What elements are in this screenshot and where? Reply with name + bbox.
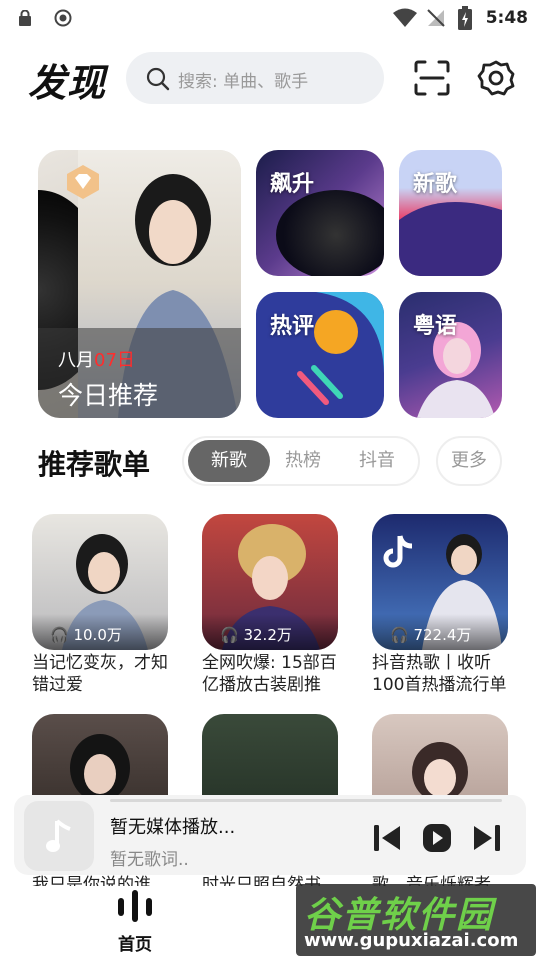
page-title: 发现 xyxy=(28,61,107,105)
turntable-image xyxy=(276,190,384,276)
tab-douyin[interactable]: 抖音 xyxy=(340,438,414,484)
diamond-badge-icon xyxy=(66,164,100,200)
player-song-title: 暂无媒体播放... xyxy=(110,817,236,838)
headphones-icon: 🎧 xyxy=(220,626,239,644)
more-button[interactable]: 更多 xyxy=(436,436,502,486)
nav-home[interactable]: 首页 xyxy=(110,886,160,956)
home-bars-icon xyxy=(116,890,154,922)
playlist-title[interactable]: 当记忆变灰，才知错过爱 xyxy=(32,652,172,696)
playlist-title[interactable]: 抖音热歌丨收听100首热播流行单 xyxy=(372,652,512,696)
player-lyric: 暂无歌词.. xyxy=(110,850,189,870)
watermark-line2: www.gupuxiazai.com xyxy=(304,930,519,951)
tile-label: 飙升 xyxy=(270,172,315,197)
scan-icon[interactable] xyxy=(412,58,452,98)
date-label: 八月07日 xyxy=(58,346,135,372)
player-progress-bar xyxy=(110,799,502,802)
settings-gear-icon[interactable] xyxy=(476,58,516,98)
previous-icon[interactable] xyxy=(372,823,404,853)
watermark-logo: 谷普软件园 www.gupuxiazai.com xyxy=(296,884,536,956)
play-count-value: 32.2万 xyxy=(243,626,292,644)
status-bar: 5:48 xyxy=(0,0,540,36)
playlist-tabs: 新歌 热榜 抖音 xyxy=(182,436,420,486)
play-icon[interactable] xyxy=(422,823,452,853)
music-note-icon xyxy=(46,819,71,852)
headphones-icon: 🎧 xyxy=(50,626,69,644)
tile-label: 粤语 xyxy=(413,314,458,339)
date-day: 07日 xyxy=(94,350,135,371)
section-title: 推荐歌单 xyxy=(38,448,151,481)
album-art-placeholder xyxy=(24,801,94,871)
tile-rising[interactable]: 飙升 xyxy=(256,150,384,276)
record-icon xyxy=(54,9,72,27)
clock: 5:48 xyxy=(485,8,528,28)
playlist-title[interactable]: 全网吹爆: 15部百亿播放古装剧推 xyxy=(202,652,342,696)
mini-player[interactable]: 暂无媒体播放... 暂无歌词.. xyxy=(14,795,526,875)
search-placeholder: 搜索: 单曲、歌手 xyxy=(178,72,309,92)
daily-recommend-card[interactable]: 八月07日 今日推荐 xyxy=(38,150,241,418)
tile-label: 热评 xyxy=(270,314,315,339)
tile-cantonese[interactable]: 粤语 xyxy=(399,292,502,418)
lock-icon xyxy=(18,9,32,26)
play-count: 🎧 722.4万 xyxy=(372,614,508,650)
play-count-value: 722.4万 xyxy=(413,626,472,644)
tile-new-songs[interactable]: 新歌 xyxy=(399,150,502,276)
headphones-icon: 🎧 xyxy=(390,626,409,644)
search-input[interactable]: 搜索: 单曲、歌手 xyxy=(126,52,384,104)
next-icon[interactable] xyxy=(470,823,502,853)
wifi-icon xyxy=(392,8,418,28)
signal-off-icon xyxy=(426,8,446,28)
tab-hot-chart[interactable]: 热榜 xyxy=(266,438,340,484)
playlist-cover[interactable]: 🎧 722.4万 xyxy=(372,514,508,650)
card-title: 今日推荐 xyxy=(58,381,159,410)
nav-home-label: 首页 xyxy=(118,935,152,955)
play-count: 🎧 32.2万 xyxy=(202,614,338,650)
search-icon xyxy=(146,67,170,91)
play-count-value: 10.0万 xyxy=(73,626,122,644)
battery-charging-icon xyxy=(458,6,472,30)
tile-label: 新歌 xyxy=(413,172,458,197)
tile-hot-comments[interactable]: 热评 xyxy=(256,292,384,418)
play-count: 🎧 10.0万 xyxy=(32,614,168,650)
date-month: 八月 xyxy=(58,350,94,371)
tab-new-songs[interactable]: 新歌 xyxy=(188,440,270,482)
playlist-cover[interactable]: 🎧 32.2万 xyxy=(202,514,338,650)
playlist-cover[interactable]: 🎧 10.0万 xyxy=(32,514,168,650)
